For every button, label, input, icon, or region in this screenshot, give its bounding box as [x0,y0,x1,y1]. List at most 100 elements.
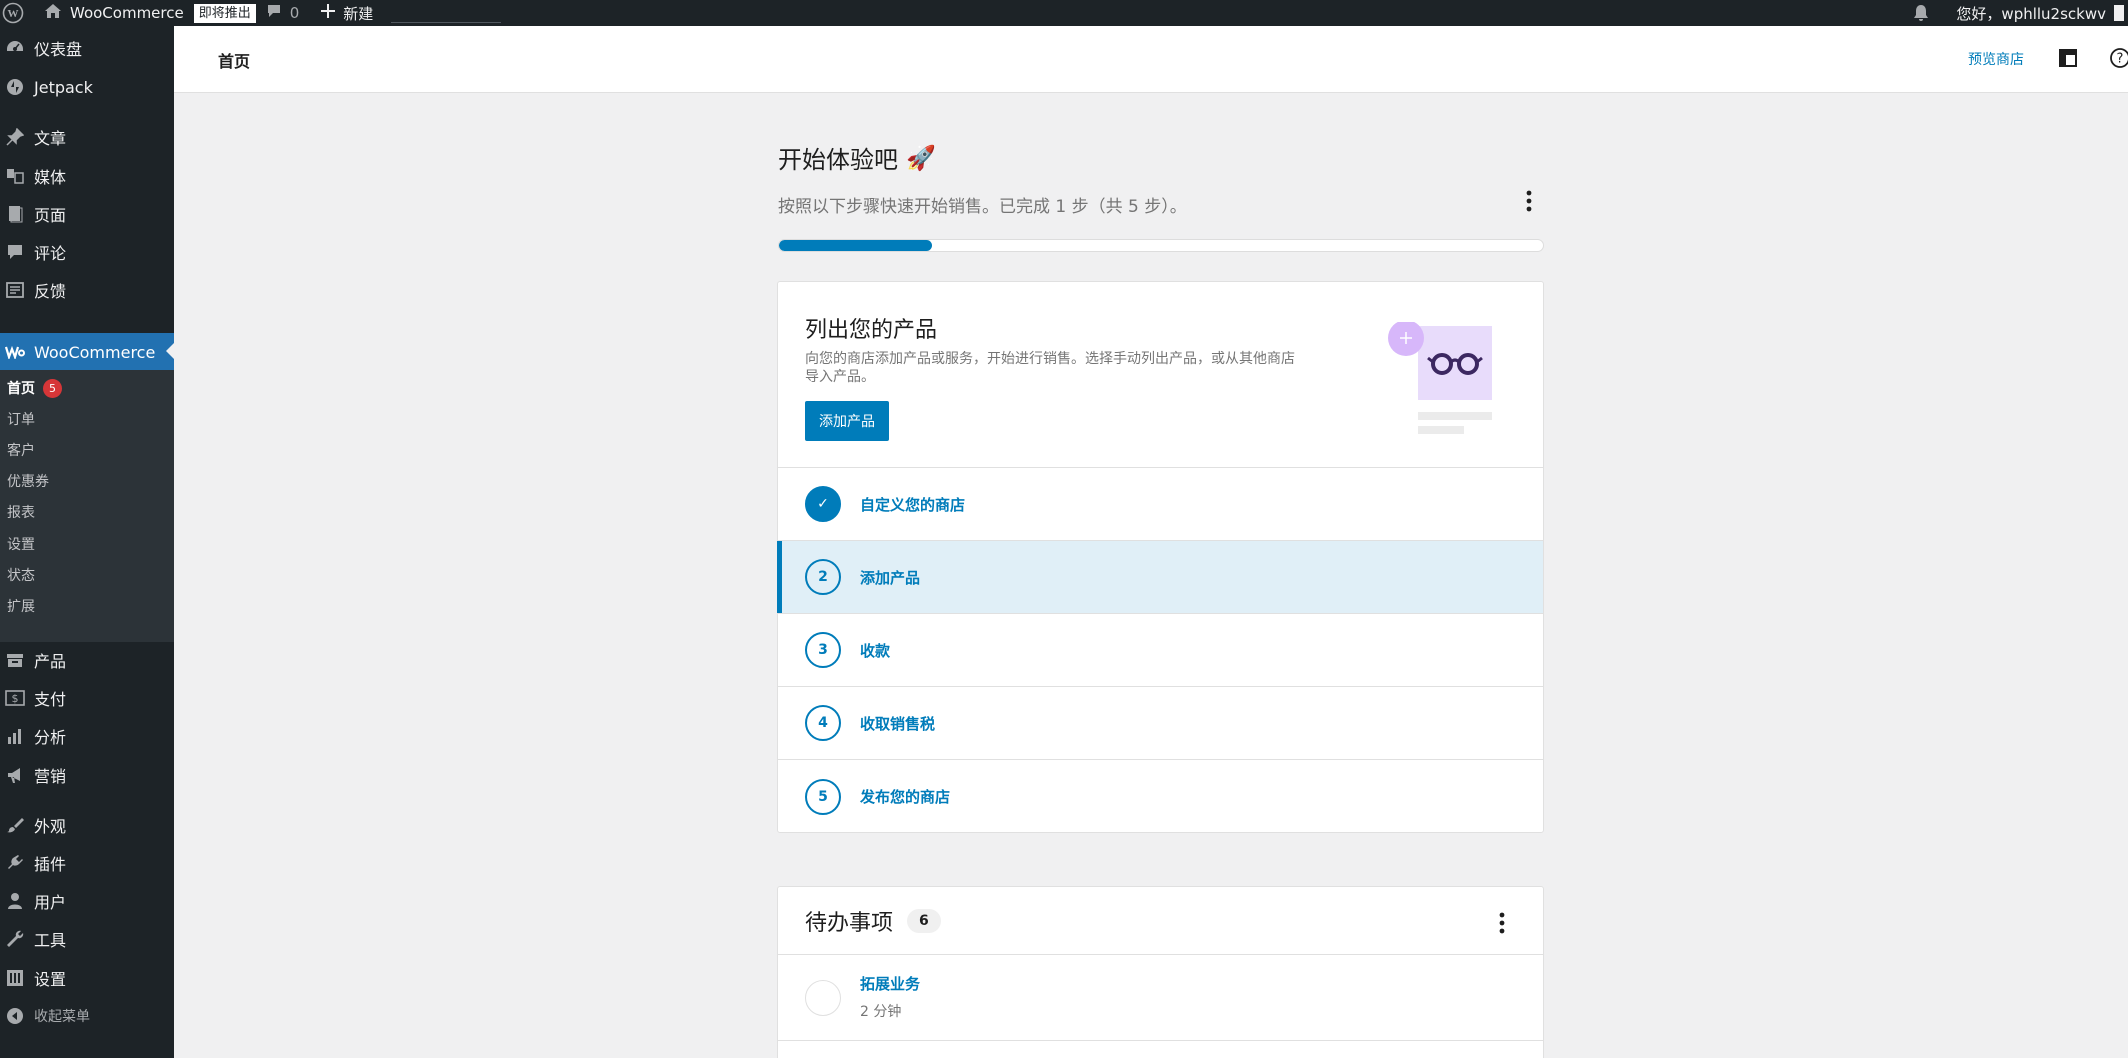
menu-dashboard[interactable]: 仪表盘 [0,30,174,66]
task-row-customize-store[interactable]: ✓ 自定义您的商店 [778,468,1543,541]
add-product-button[interactable]: 添加产品 [805,401,889,441]
menu-analytics[interactable]: 分析 [0,718,174,754]
wrench-icon [5,929,25,949]
submenu-settings[interactable]: 设置 [7,532,35,556]
submenu-reports[interactable]: 报表 [7,500,35,524]
dashboard-icon [5,38,25,58]
comment-bubble-icon [266,3,282,23]
menu-label: 外观 [34,817,67,836]
submenu-home[interactable]: 首页 5 [7,376,62,400]
hero-title: 列出您的产品 [805,318,938,343]
preview-store-link[interactable]: 预览商店 [1968,49,2024,69]
menu-label: 设置 [34,970,67,989]
jetpack-icon [5,77,25,97]
submenu-extensions[interactable]: 扩展 [7,594,35,618]
task-list-title-text: 开始体验吧 [778,146,898,174]
woo-icon [5,342,25,362]
menu-posts[interactable]: 文章 [0,119,174,155]
svg-text:?: ? [2117,52,2124,67]
bell-icon[interactable] [1912,0,1930,26]
task-row-tax[interactable]: 4 收取销售税 [778,687,1543,760]
hero-description: 向您的商店添加产品或服务，开始进行销售。选择手动列出产品，或从其他商店导入产品。 [805,351,1295,385]
task-list-more-icon[interactable] [1517,189,1541,213]
step-number: 3 [805,632,841,668]
coming-soon-badge[interactable]: 即将推出 [193,3,256,23]
admin-bar-search[interactable] [391,3,502,23]
menu-label: 页面 [34,206,67,225]
submenu-label: 订单 [7,412,35,428]
notification-count-badge: 5 [43,378,62,398]
menu-jetpack[interactable]: Jetpack [0,69,174,105]
settings-icon [5,968,25,988]
pages-icon [5,204,25,224]
menu-marketing[interactable]: 营销 [0,757,174,793]
check-icon: ✓ [805,486,841,522]
menu-woocommerce[interactable]: WooCommerce [0,333,174,371]
todo-header: 待办事项 6 [778,887,1543,955]
menu-feedback[interactable]: 反馈 [0,272,174,308]
task-row-launch-store[interactable]: 5 发布您的商店 [778,760,1543,833]
comments-count: 0 [289,4,300,22]
user-account-menu[interactable]: 您好，wphllu2sckwv [1956,0,2124,26]
todo-more-icon[interactable] [1490,911,1514,935]
submenu-label: 优惠券 [7,474,49,490]
woocommerce-submenu: 首页 5 订单 客户 优惠券 报表 设置 状态 扩展 [0,370,174,642]
collapse-menu-button[interactable]: 收起菜单 [0,998,174,1034]
menu-label: 分析 [34,728,67,747]
task-label: 发布您的商店 [860,788,951,806]
todo-title: 待办事项 6 [805,905,941,937]
submenu-status[interactable]: 状态 [7,563,35,587]
menu-label: 用户 [34,893,67,912]
menu-label: 工具 [34,931,67,950]
dollar-icon: $ [5,688,25,708]
submenu-coupons[interactable]: 优惠券 [7,469,49,493]
menu-appearance[interactable]: 外观 [0,807,174,843]
todo-item[interactable]: 拓展业务 2 分钟 [778,955,1543,1041]
user-icon [5,891,25,911]
menu-media[interactable]: 媒体 [0,158,174,194]
menu-payments[interactable]: $ 支付 [0,680,174,716]
media-icon [5,166,25,186]
submenu-label: 首页 [7,381,35,397]
menu-plugins[interactable]: 插件 [0,845,174,881]
page-header: 首页 预览商店 ? [174,26,2128,93]
task-label: 收款 [860,641,891,660]
submenu-customers[interactable]: 客户 [7,438,35,462]
page-title: 首页 [218,52,251,71]
task-progress-bar [778,239,1544,252]
setup-task-card: 列出您的产品 向您的商店添加产品或服务，开始进行销售。选择手动列出产品，或从其他… [777,281,1544,833]
menu-pages[interactable]: 页面 [0,196,174,232]
help-icon[interactable]: ? [2108,46,2128,70]
comments-link[interactable]: 0 [266,0,300,26]
menu-settings[interactable]: 设置 [0,960,174,996]
submenu-orders[interactable]: 订单 [7,407,35,431]
task-progress-fill [779,240,932,251]
menu-label: 仪表盘 [34,40,83,59]
layout-panel-icon[interactable] [2056,46,2080,70]
plugin-icon [5,853,25,873]
task-row-add-products[interactable]: 2 添加产品 [777,541,1543,614]
menu-label: WooCommerce [34,342,156,362]
site-name-link[interactable]: WooCommerce [44,0,184,26]
submenu-label: 报表 [7,505,35,521]
task-row-payments[interactable]: 3 收款 [778,614,1543,687]
step-number: 4 [805,705,841,741]
new-content-button[interactable]: 新建 [321,0,373,26]
todo-label: 拓展业务 [860,975,921,993]
todo-status-circle [805,980,841,1016]
brush-icon [5,815,25,835]
menu-products[interactable]: 产品 [0,642,174,678]
menu-label: 产品 [34,652,67,671]
step-number: 2 [805,559,841,595]
submenu-label: 状态 [7,568,35,584]
admin-sidebar: 仪表盘 Jetpack 文章 媒体 页面 评论 反馈 WooCommerce 首… [0,26,174,1058]
submenu-label: 扩展 [7,599,35,615]
task-hero: 列出您的产品 向您的商店添加产品或服务，开始进行销售。选择手动列出产品，或从其他… [778,282,1543,468]
menu-users[interactable]: 用户 [0,883,174,919]
svg-text:$: $ [12,692,19,705]
wordpress-logo-icon[interactable]: W [2,0,26,26]
feedback-icon [5,280,25,300]
menu-tools[interactable]: 工具 [0,921,174,957]
menu-comments[interactable]: 评论 [0,234,174,270]
collapse-icon [5,1006,25,1026]
